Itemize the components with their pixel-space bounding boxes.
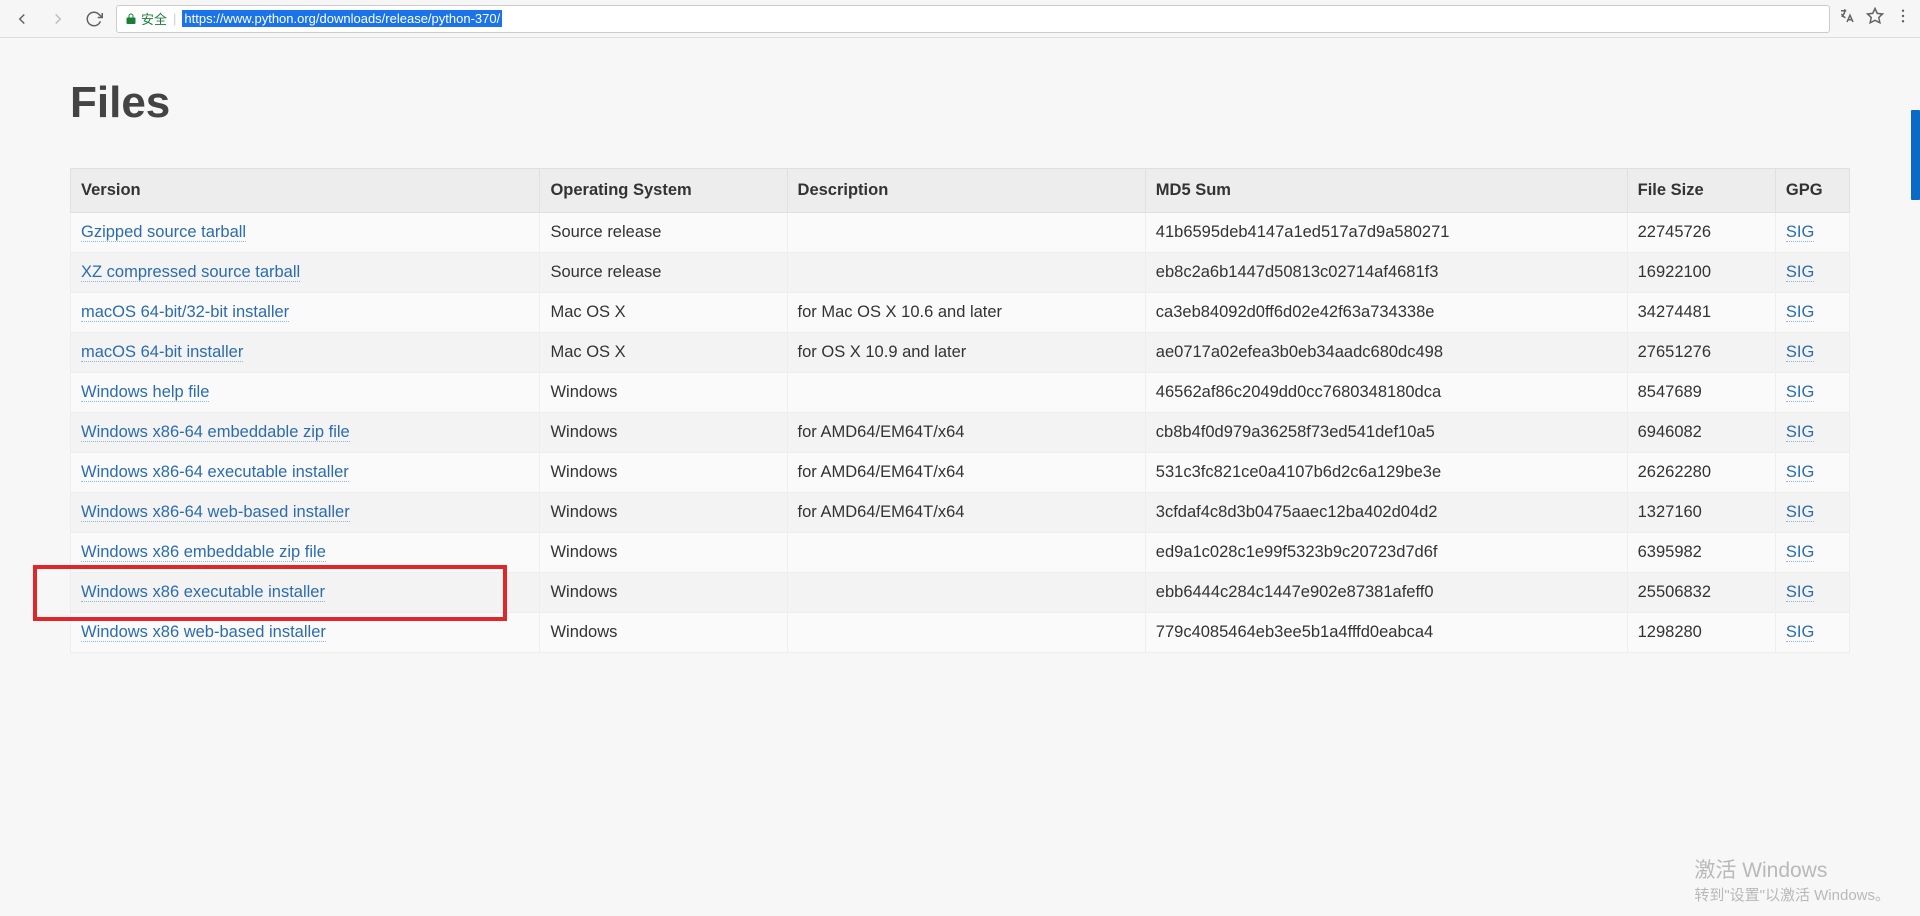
cell-md5: cb8b4f0d979a36258f73ed541def10a5 [1145, 413, 1627, 453]
cell-description [787, 373, 1145, 413]
download-link[interactable]: Windows help file [81, 383, 209, 402]
cell-md5: ed9a1c028c1e99f5323b9c20723d7d6f [1145, 533, 1627, 573]
files-table: Version Operating System Description MD5… [70, 168, 1850, 653]
cell-md5: eb8c2a6b1447d50813c02714af4681f3 [1145, 253, 1627, 293]
cell-description [787, 613, 1145, 653]
col-header-gpg: GPG [1775, 169, 1849, 213]
cell-description [787, 533, 1145, 573]
cell-size: 22745726 [1627, 213, 1775, 253]
download-link[interactable]: macOS 64-bit installer [81, 343, 243, 362]
bookmark-star-icon[interactable] [1866, 7, 1884, 30]
secure-label: 安全 [141, 9, 167, 28]
cell-os: Source release [540, 253, 787, 293]
cell-md5: ca3eb84092d0ff6d02e42f63a734338e [1145, 293, 1627, 333]
back-button[interactable] [8, 5, 36, 33]
table-row: Windows x86 web-based installer Windows 77… [71, 613, 1850, 653]
cell-size: 26262280 [1627, 453, 1775, 493]
download-link[interactable]: Windows x86 executable installer [81, 583, 325, 602]
cell-md5: ae0717a02efea3b0eb34aadc680dc498 [1145, 333, 1627, 373]
cell-os: Windows [540, 613, 787, 653]
cell-size: 27651276 [1627, 333, 1775, 373]
download-link[interactable]: Windows x86 embeddable zip file [81, 543, 326, 562]
cell-description: for AMD64/EM64T/x64 [787, 413, 1145, 453]
cell-os: Windows [540, 453, 787, 493]
table-row: Windows x86-64 executable installer Windo… [71, 453, 1850, 493]
sig-link[interactable]: SIG [1786, 543, 1814, 562]
cell-size: 25506832 [1627, 573, 1775, 613]
col-header-os: Operating System [540, 169, 787, 213]
cell-os: Windows [540, 573, 787, 613]
cell-md5: 531c3fc821ce0a4107b6d2c6a129be3e [1145, 453, 1627, 493]
table-row: macOS 64-bit/32-bit installer Mac OS Xfor… [71, 293, 1850, 333]
cell-md5: 41b6595deb4147a1ed517a7d9a580271 [1145, 213, 1627, 253]
cell-size: 1327160 [1627, 493, 1775, 533]
cell-description: for Mac OS X 10.6 and later [787, 293, 1145, 333]
table-row: Windows help file Windows 46562af86c2049dd… [71, 373, 1850, 413]
cell-size: 16922100 [1627, 253, 1775, 293]
cell-md5: ebb6444c284c1447e902e87381afeff0 [1145, 573, 1627, 613]
cell-description [787, 573, 1145, 613]
cell-os: Mac OS X [540, 333, 787, 373]
sig-link[interactable]: SIG [1786, 263, 1814, 282]
sig-link[interactable]: SIG [1786, 583, 1814, 602]
download-link[interactable]: Windows x86-64 web-based installer [81, 503, 350, 522]
reload-button[interactable] [80, 5, 108, 33]
menu-icon[interactable] [1894, 7, 1912, 30]
cell-description [787, 253, 1145, 293]
sig-link[interactable]: SIG [1786, 223, 1814, 242]
table-row: Gzipped source tarball Source release 41b6… [71, 213, 1850, 253]
sig-link[interactable]: SIG [1786, 343, 1814, 362]
col-header-size: File Size [1627, 169, 1775, 213]
cell-os: Source release [540, 213, 787, 253]
lock-icon: 安全 [125, 9, 167, 28]
download-link[interactable]: Gzipped source tarball [81, 223, 246, 242]
address-bar[interactable]: 安全 | https://www.python.org/downloads/re… [116, 5, 1830, 33]
forward-button[interactable] [44, 5, 72, 33]
cell-size: 34274481 [1627, 293, 1775, 333]
browser-toolbar: 安全 | https://www.python.org/downloads/re… [0, 0, 1920, 38]
cell-os: Windows [540, 493, 787, 533]
cell-size: 8547689 [1627, 373, 1775, 413]
cell-size: 6395982 [1627, 533, 1775, 573]
sig-link[interactable]: SIG [1786, 423, 1814, 442]
cell-md5: 3cfdaf4c8d3b0475aaec12ba402d04d2 [1145, 493, 1627, 533]
cell-description [787, 213, 1145, 253]
cell-description: for AMD64/EM64T/x64 [787, 493, 1145, 533]
cell-os: Windows [540, 413, 787, 453]
download-link[interactable]: macOS 64-bit/32-bit installer [81, 303, 289, 322]
cell-os: Windows [540, 533, 787, 573]
sig-link[interactable]: SIG [1786, 463, 1814, 482]
table-header-row: Version Operating System Description MD5… [71, 169, 1850, 213]
sig-link[interactable]: SIG [1786, 303, 1814, 322]
cell-os: Mac OS X [540, 293, 787, 333]
scrollbar-accent [1911, 110, 1920, 200]
cell-md5: 46562af86c2049dd0cc7680348180dca [1145, 373, 1627, 413]
col-header-version: Version [71, 169, 540, 213]
table-row: macOS 64-bit installer Mac OS Xfor OS X 1… [71, 333, 1850, 373]
table-row: Windows x86-64 web-based installer Window… [71, 493, 1850, 533]
download-link[interactable]: Windows x86-64 embeddable zip file [81, 423, 350, 442]
sig-link[interactable]: SIG [1786, 383, 1814, 402]
col-header-md5: MD5 Sum [1145, 169, 1627, 213]
url-text[interactable]: https://www.python.org/downloads/release… [182, 10, 502, 27]
table-row: Windows x86-64 embeddable zip file Window… [71, 413, 1850, 453]
download-link[interactable]: XZ compressed source tarball [81, 263, 300, 282]
col-header-desc: Description [787, 169, 1145, 213]
sig-link[interactable]: SIG [1786, 503, 1814, 522]
download-link[interactable]: Windows x86-64 executable installer [81, 463, 349, 482]
cell-os: Windows [540, 373, 787, 413]
cell-md5: 779c4085464eb3ee5b1a4fffd0eabca4 [1145, 613, 1627, 653]
sig-link[interactable]: SIG [1786, 623, 1814, 642]
download-link[interactable]: Windows x86 web-based installer [81, 623, 326, 642]
page-viewport[interactable]: Files Version Operating System Descripti… [0, 38, 1920, 916]
cell-size: 1298280 [1627, 613, 1775, 653]
cell-size: 6946082 [1627, 413, 1775, 453]
translate-icon[interactable] [1838, 7, 1856, 30]
cell-description: for AMD64/EM64T/x64 [787, 453, 1145, 493]
table-row: Windows x86 executable installer Windows e… [71, 573, 1850, 613]
cell-description: for OS X 10.9 and later [787, 333, 1145, 373]
table-row: XZ compressed source tarball Source relea… [71, 253, 1850, 293]
table-row: Windows x86 embeddable zip file Windows ed… [71, 533, 1850, 573]
page-title: Files [70, 78, 1850, 128]
